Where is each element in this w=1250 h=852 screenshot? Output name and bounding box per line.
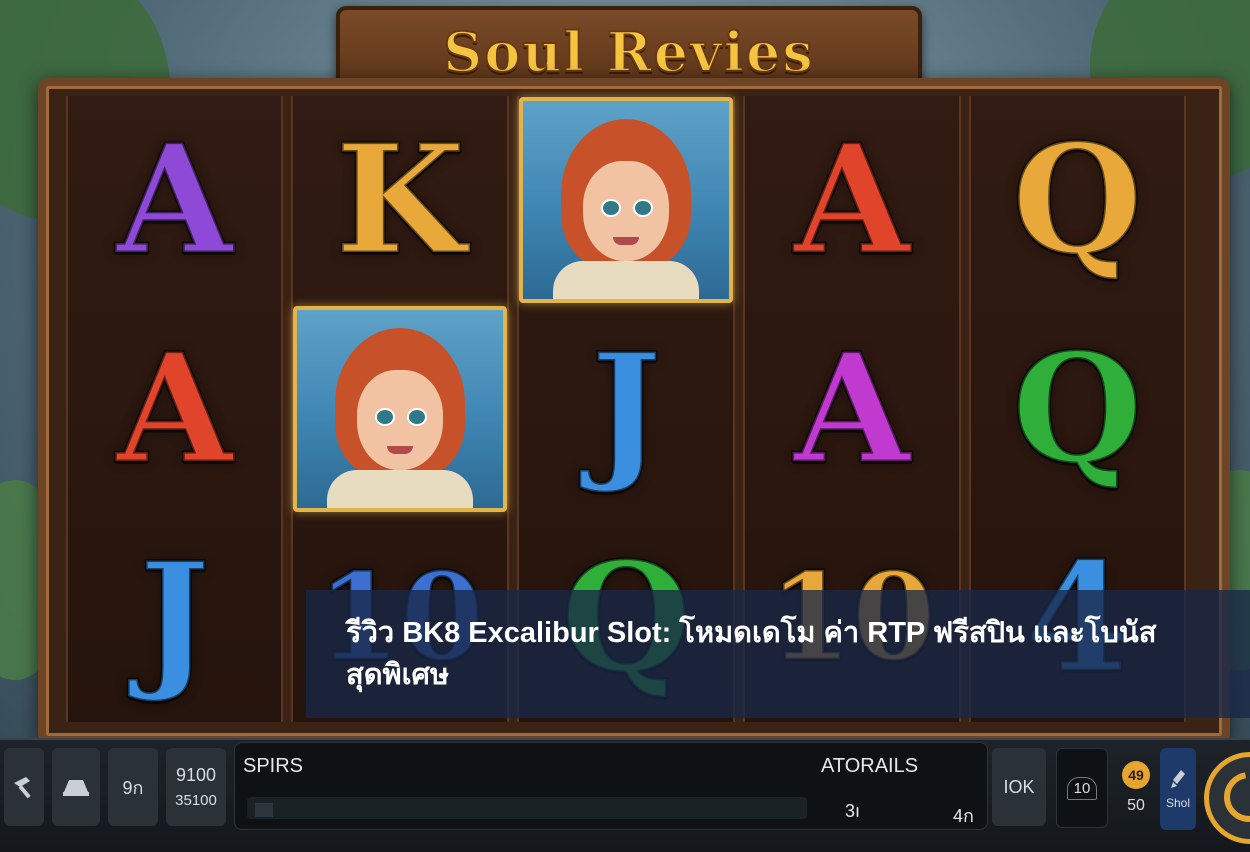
panel-value-2: 4ก [953, 806, 974, 826]
bet-level-button[interactable]: IOK [992, 748, 1046, 826]
reel-cell: A [68, 96, 281, 305]
symbol-j: J [589, 320, 663, 497]
auto-play-button[interactable]: Shol [1160, 748, 1196, 830]
coin-value-label: 10 [1066, 776, 1098, 800]
hammer-button[interactable] [4, 748, 44, 826]
coin-sub-count: 50 [1127, 797, 1145, 814]
reel-cell [519, 96, 734, 305]
lines-display: 9ก [108, 748, 158, 826]
reel-cell: A [745, 96, 958, 305]
balance-value: 9100 [175, 765, 217, 785]
symbol-a: A [115, 320, 234, 497]
symbol-a: A [115, 112, 234, 289]
symbol-q: Q [1010, 320, 1144, 497]
article-headline-banner: รีวิว BK8 Excalibur Slot: โหมดเดโม ค่า R… [306, 590, 1250, 718]
reel-cell: A [68, 305, 281, 514]
coin-count: 49 [1128, 767, 1144, 783]
hat-button[interactable] [52, 748, 100, 826]
symbol-a: A [792, 112, 911, 289]
reel-cell: A [745, 305, 958, 514]
balance-sub-value: 35100 [175, 792, 217, 809]
girl-portrait-symbol [519, 97, 734, 304]
panel-value-1: 3ı [845, 801, 861, 821]
panel-right-label: ATORAILS [821, 755, 919, 777]
panel-marker [255, 803, 273, 817]
hat-icon [63, 780, 89, 796]
spin-icon [1224, 772, 1250, 822]
reel-cell: J [519, 305, 733, 514]
reel-cell: K [293, 96, 507, 305]
lines-label: 9ก [122, 777, 144, 798]
article-headline: รีวิว BK8 Excalibur Slot: โหมดเดโม ค่า R… [346, 616, 1157, 691]
balance-display: 9100 35100 [166, 748, 226, 826]
symbol-j: J [138, 529, 212, 706]
reel-cell: Q [971, 96, 1184, 305]
coin-value-button[interactable]: 10 [1056, 748, 1108, 828]
game-title: Soul Revies [442, 19, 815, 85]
reel-cell: J [68, 513, 281, 722]
symbol-a: A [792, 320, 911, 497]
brush-icon [1171, 770, 1185, 788]
reel-1: AAJ [66, 96, 284, 722]
info-panel: SPIRS ATORAILS 3ı 4ก [234, 742, 988, 830]
coin-icon: 49 [1122, 761, 1150, 789]
auto-play-label: Shol [1165, 796, 1191, 810]
panel-left-label: SPIRS [243, 755, 304, 777]
girl-portrait-symbol [293, 305, 508, 512]
coin-counter: 49 50 [1116, 750, 1156, 826]
panel-progress-bar [247, 797, 807, 819]
hammer-icon [14, 777, 31, 799]
bet-level-label: IOK [1003, 776, 1035, 797]
symbol-k: K [334, 112, 467, 289]
reel-cell [293, 305, 508, 514]
symbol-q: Q [1010, 112, 1144, 289]
reel-cell: Q [971, 305, 1184, 514]
